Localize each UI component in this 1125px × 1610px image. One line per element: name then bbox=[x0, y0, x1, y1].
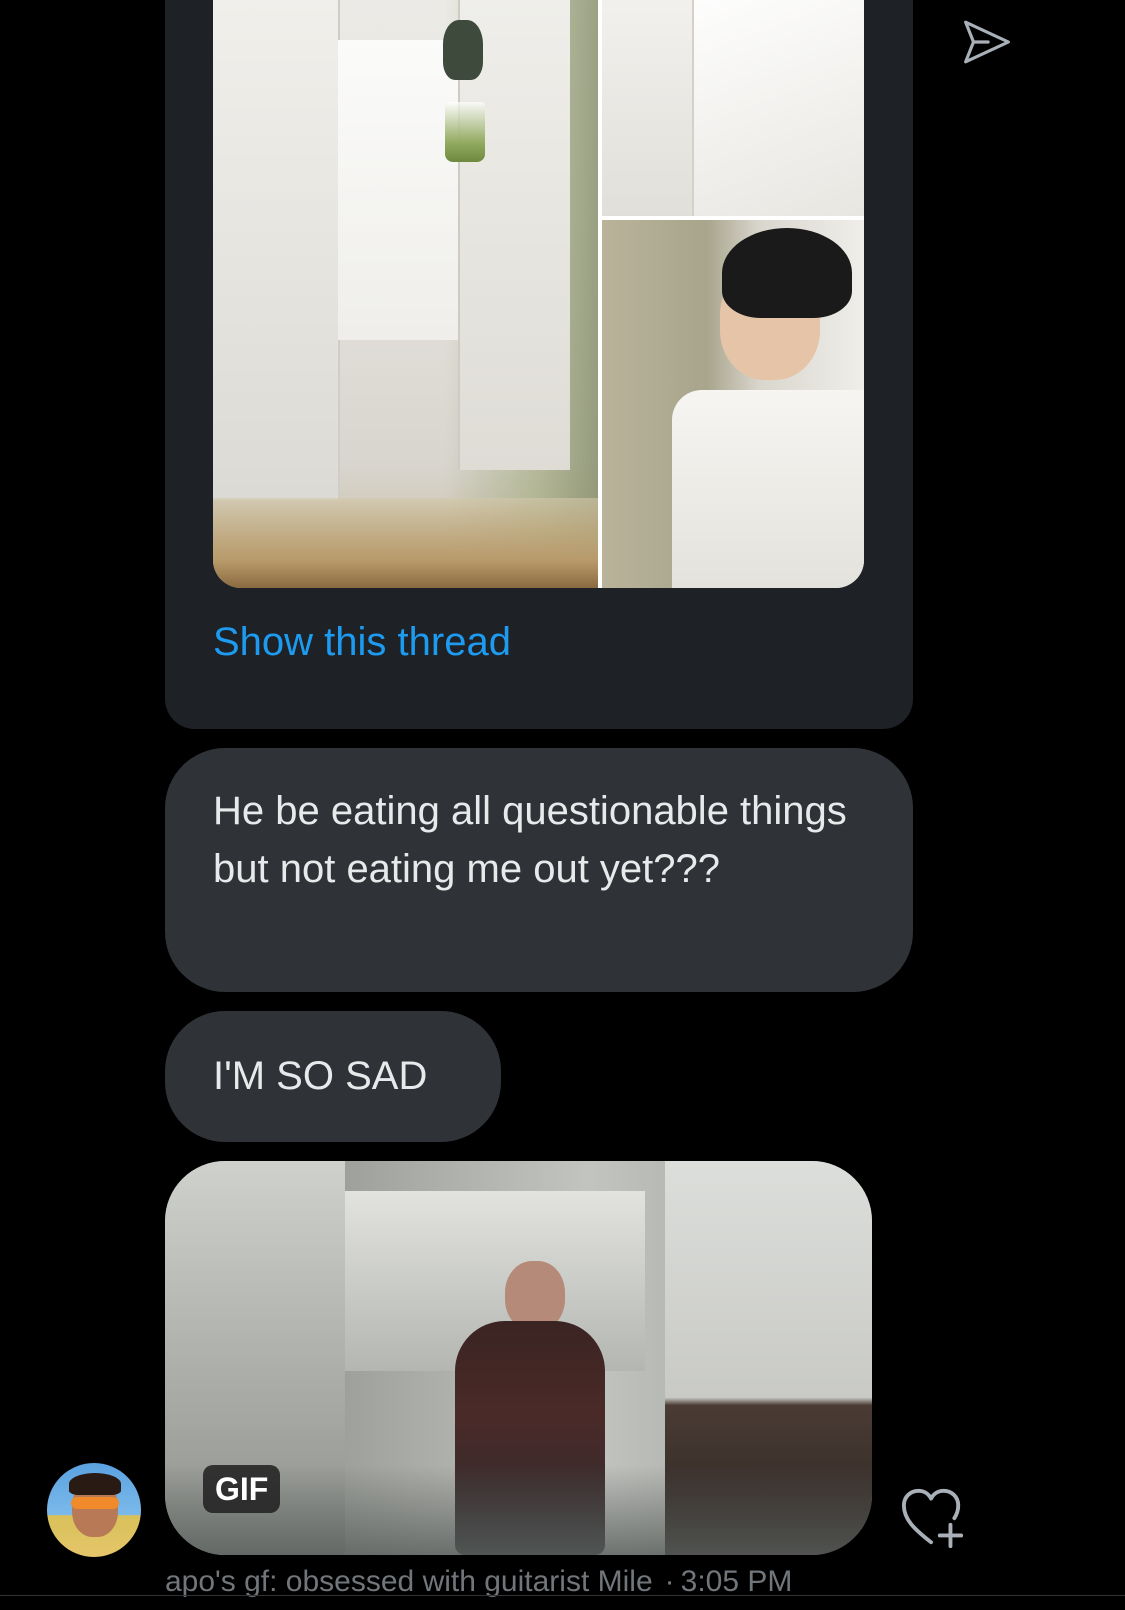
message-bubble[interactable]: I'M SO SAD bbox=[165, 1011, 501, 1142]
tweet-photo-1[interactable] bbox=[213, 0, 598, 588]
send-icon[interactable] bbox=[960, 15, 1014, 69]
divider bbox=[0, 1595, 1125, 1596]
photo-detail bbox=[213, 0, 340, 500]
tweet-photo-2[interactable] bbox=[602, 0, 864, 216]
photo-detail bbox=[722, 228, 852, 318]
timestamp: 3:05 PM bbox=[680, 1565, 793, 1598]
message-text: He be eating all questionable things but… bbox=[213, 789, 847, 891]
photo-detail bbox=[445, 102, 485, 162]
photo-detail bbox=[692, 0, 864, 216]
message-text: I'M SO SAD bbox=[213, 1054, 428, 1098]
tweet-photo-3[interactable] bbox=[602, 220, 864, 588]
avatar-detail bbox=[71, 1497, 119, 1509]
photo-detail bbox=[443, 20, 483, 80]
gif-message[interactable]: GIF bbox=[165, 1161, 872, 1555]
photo-detail bbox=[672, 390, 864, 588]
sender-name: apo's gf: obsessed with guitarist Mile bbox=[165, 1565, 653, 1598]
avatar-detail bbox=[69, 1473, 121, 1495]
shared-tweet-card[interactable]: Show this thread bbox=[165, 0, 913, 729]
meta-separator: · bbox=[664, 1565, 675, 1598]
tweet-media-grid[interactable] bbox=[213, 0, 864, 588]
avatar[interactable] bbox=[47, 1463, 141, 1557]
message-bubble[interactable]: He be eating all questionable things but… bbox=[165, 748, 913, 992]
photo-detail bbox=[213, 498, 598, 588]
photo-detail bbox=[338, 40, 458, 340]
heart-plus-icon[interactable] bbox=[898, 1484, 968, 1550]
message-meta: apo's gf: obsessed with guitarist Mile · 3… bbox=[165, 1562, 792, 1602]
gif-badge: GIF bbox=[203, 1465, 281, 1513]
show-thread-link[interactable]: Show this thread bbox=[213, 620, 511, 665]
